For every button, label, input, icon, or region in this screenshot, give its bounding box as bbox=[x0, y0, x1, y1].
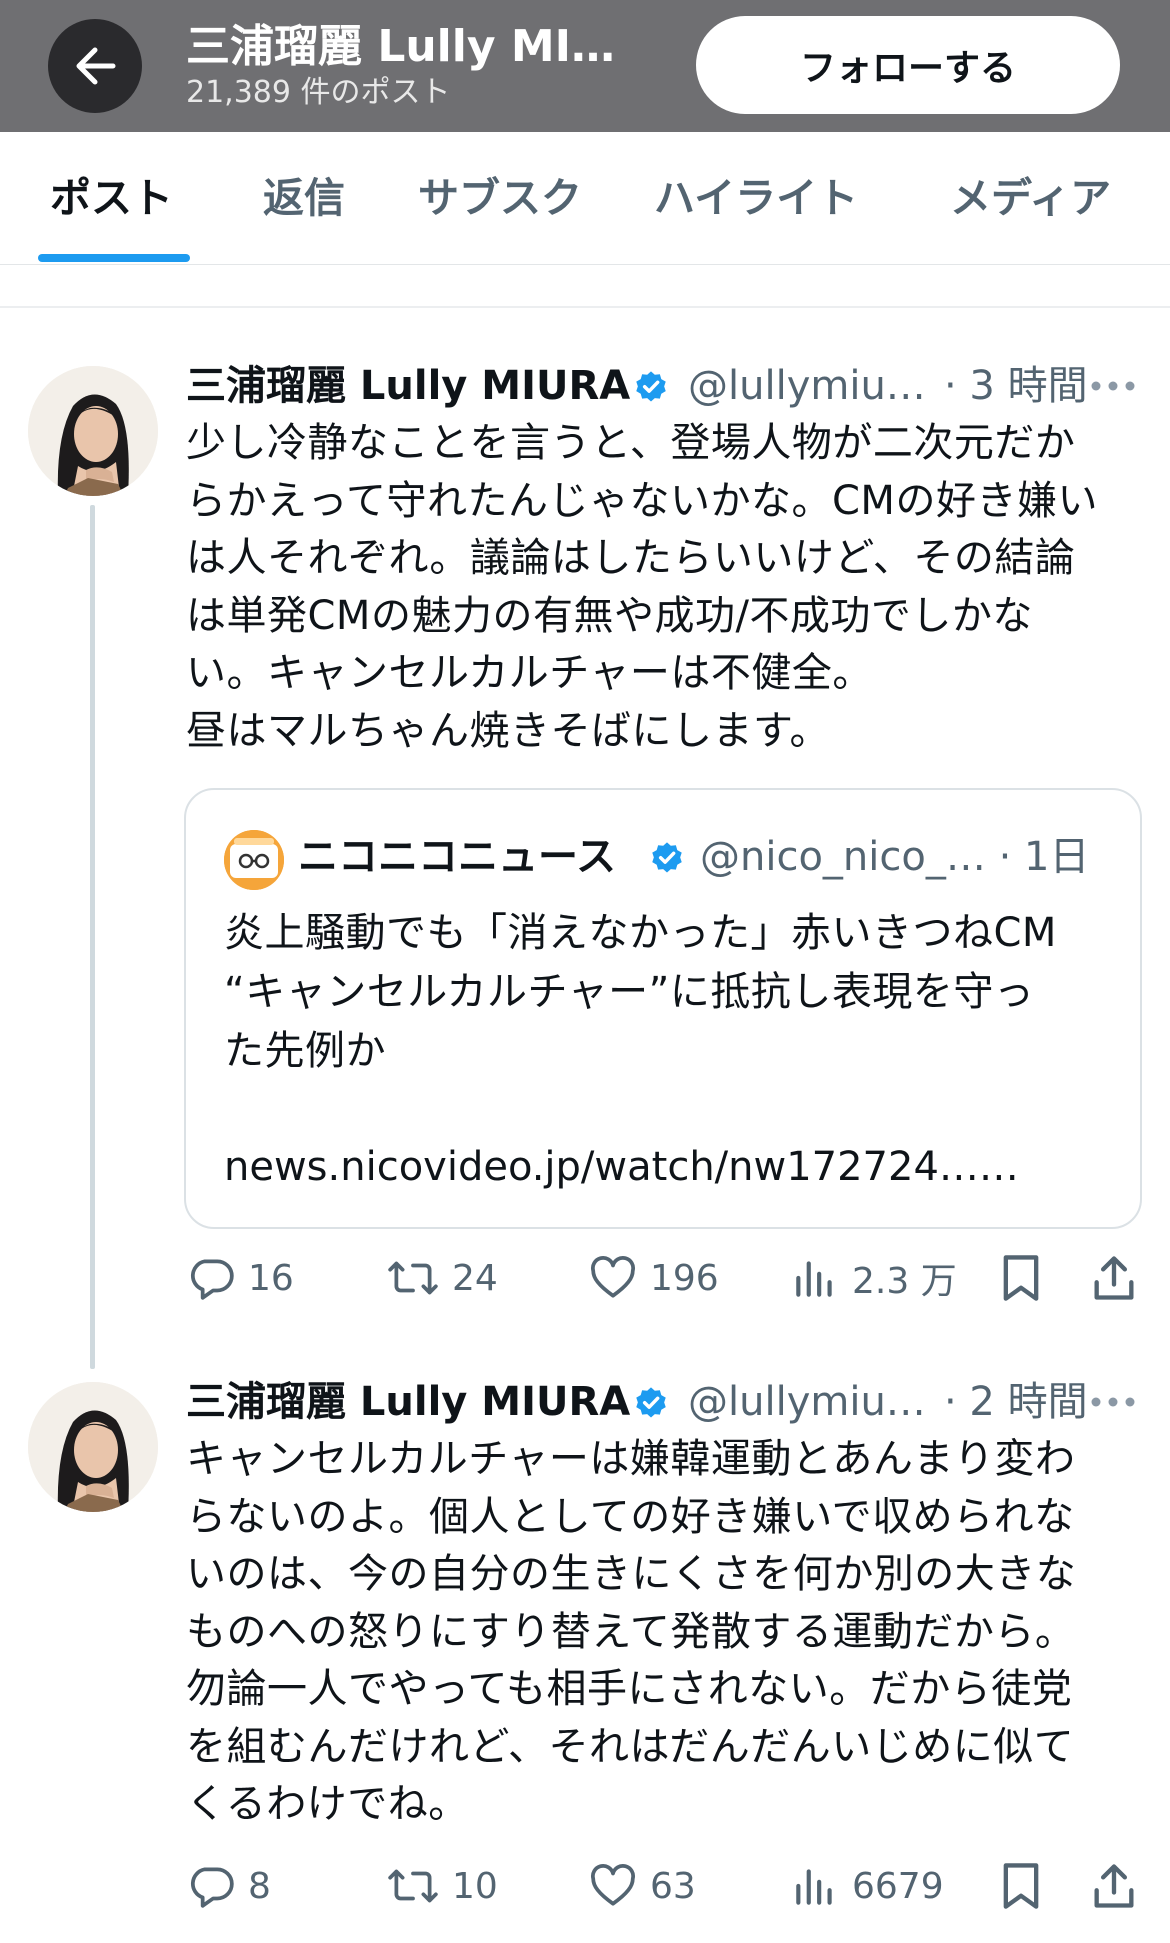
thread-connector bbox=[90, 505, 95, 1369]
share-icon bbox=[1094, 1864, 1134, 1908]
profile-name: 三浦瑠麗 Lully MI… bbox=[186, 21, 615, 72]
more-options-icon[interactable] bbox=[1090, 380, 1136, 392]
tweet-actions: 8 10 63 6679 bbox=[186, 1858, 1146, 1914]
like-button[interactable]: 196 bbox=[588, 1250, 719, 1306]
avatar[interactable] bbox=[28, 1382, 158, 1512]
author-name[interactable]: 三浦瑠麗 Lully MIURA bbox=[186, 1374, 630, 1430]
like-count: 196 bbox=[650, 1257, 719, 1299]
share-button[interactable] bbox=[1090, 1858, 1138, 1914]
tweet-header: 三浦瑠麗 Lully MIURA @lullymiu… · 3 時間 bbox=[186, 358, 1136, 414]
avatar[interactable] bbox=[28, 366, 158, 496]
repost-button[interactable]: 10 bbox=[386, 1858, 498, 1914]
more-options-icon[interactable] bbox=[1090, 1396, 1136, 1408]
profile-header: 三浦瑠麗 Lully MI… 21,389 件のポスト フォローする bbox=[0, 0, 1170, 132]
quoted-author-handle: @nico_nico_… · 1日 bbox=[700, 834, 1090, 880]
arrow-left-icon bbox=[76, 47, 116, 85]
tweet-time[interactable]: · 2 時間 bbox=[944, 1374, 1088, 1430]
quoted-avatar bbox=[224, 830, 284, 890]
views-icon bbox=[796, 1869, 832, 1905]
view-count: 6679 bbox=[852, 1865, 944, 1907]
verified-badge-icon bbox=[652, 842, 682, 873]
follow-button[interactable]: フォローする bbox=[696, 16, 1120, 114]
share-icon bbox=[1094, 1256, 1134, 1300]
repost-icon bbox=[388, 1869, 438, 1903]
repost-icon bbox=[388, 1261, 438, 1295]
bookmark-button[interactable] bbox=[998, 1250, 1044, 1306]
tab-highlights[interactable]: ハイライト bbox=[654, 172, 858, 224]
share-button[interactable] bbox=[1090, 1250, 1138, 1306]
reply-icon bbox=[190, 1259, 234, 1300]
reply-button[interactable]: 16 bbox=[186, 1250, 294, 1306]
post-count: 21,389 件のポスト bbox=[186, 75, 451, 110]
reply-icon bbox=[190, 1867, 234, 1908]
bookmark-icon bbox=[1003, 1255, 1039, 1301]
like-button[interactable]: 63 bbox=[588, 1858, 696, 1914]
quoted-tweet-card[interactable]: ニコニコニュース @nico_nico_… · 1日 炎上騒動でも「消えなかった… bbox=[184, 788, 1142, 1229]
tweet-text: キャンセルカルチャーは嫌韓運動とあんまり変わ らないのよ。個人としての好き嫌いで… bbox=[186, 1436, 1077, 1827]
views-button[interactable]: 2.3 万 bbox=[790, 1250, 957, 1306]
views-button[interactable]: 6679 bbox=[790, 1858, 944, 1914]
tab-replies[interactable]: 返信 bbox=[263, 172, 345, 224]
view-count: 2.3 万 bbox=[852, 1261, 957, 1302]
quoted-tweet-text: 炎上騒動でも「消えなかった」赤いきつねCM “キャンセルカルチャー”に抵抗し表現… bbox=[224, 910, 1057, 1074]
active-tab-indicator bbox=[38, 254, 190, 262]
repost-count: 24 bbox=[452, 1257, 498, 1299]
author-name[interactable]: 三浦瑠麗 Lully MIURA bbox=[186, 358, 630, 414]
heart-icon bbox=[591, 1864, 635, 1906]
reply-count: 16 bbox=[248, 1257, 294, 1299]
quoted-tweet-link[interactable]: news.nicovideo.jp/watch/nw172724…… bbox=[224, 1138, 1019, 1196]
reply-count: 8 bbox=[248, 1865, 271, 1907]
tweet-header: 三浦瑠麗 Lully MIURA @lullymiu… · 2 時間 bbox=[186, 1374, 1136, 1430]
author-handle[interactable]: @lullymiu… bbox=[688, 1374, 926, 1430]
tweet-time[interactable]: · 3 時間 bbox=[944, 358, 1088, 414]
profile-tabs: ポスト 返信 サブスク ハイライト メディア bbox=[0, 132, 1170, 265]
back-button[interactable] bbox=[48, 19, 142, 113]
tab-posts[interactable]: ポスト bbox=[50, 172, 173, 224]
tweet-actions: 16 24 196 2.3 万 bbox=[186, 1250, 1146, 1306]
repost-button[interactable]: 24 bbox=[386, 1250, 498, 1306]
tweet-text: 少し冷静なことを言うと、登場人物が二次元だか らかえって守れたんじゃないかな。C… bbox=[186, 420, 1098, 754]
author-handle[interactable]: @lullymiu… bbox=[688, 358, 926, 414]
quoted-author-name: ニコニコニュース bbox=[298, 834, 616, 880]
bookmark-button[interactable] bbox=[998, 1858, 1044, 1914]
views-icon bbox=[796, 1261, 832, 1297]
divider bbox=[0, 306, 1170, 308]
verified-badge-icon bbox=[636, 371, 666, 402]
verified-badge-icon bbox=[636, 1387, 666, 1418]
repost-count: 10 bbox=[452, 1865, 498, 1907]
like-count: 63 bbox=[650, 1865, 696, 1907]
tab-media[interactable]: メディア bbox=[950, 172, 1111, 224]
bookmark-icon bbox=[1003, 1863, 1039, 1909]
tab-subscriptions[interactable]: サブスク bbox=[418, 172, 582, 224]
reply-button[interactable]: 8 bbox=[186, 1858, 271, 1914]
heart-icon bbox=[591, 1256, 635, 1298]
